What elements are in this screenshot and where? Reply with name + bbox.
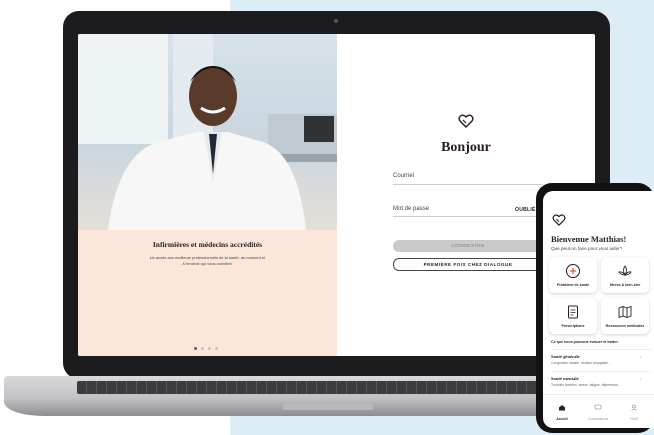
welcome-subtitle: Que peut-on faire pour vous aider? [551, 246, 623, 251]
trackpad [283, 404, 373, 410]
health-problem-icon [566, 264, 580, 278]
tile-health-problem[interactable]: Problème de santé [549, 257, 597, 293]
tile-medical-resources[interactable]: Ressources médicales [601, 298, 649, 334]
tile-label: Ressources médicales [605, 324, 645, 328]
password-label: Mot de passe [393, 206, 430, 212]
doctor-photo [78, 34, 337, 230]
list-item-desc: Congestion nasale, douleur amygdale... [551, 361, 611, 365]
tab-label: Conversations [587, 417, 609, 421]
greeting-title: Bonjour [441, 140, 491, 155]
divider [551, 371, 651, 372]
map-icon [618, 305, 632, 319]
tile-prescriptions[interactable]: Prescriptions [549, 298, 597, 334]
profile-icon [631, 404, 637, 411]
tab-conversations[interactable]: Conversations [583, 398, 613, 421]
heart-logo-icon [552, 214, 566, 226]
tile-label: Stress & bien-être [609, 283, 641, 287]
list-item-title[interactable]: Santé générale [551, 354, 580, 359]
tile-label: Prescriptions [561, 324, 585, 328]
carousel-dots [194, 347, 218, 350]
divider [551, 349, 651, 350]
chat-icon [594, 404, 602, 410]
lotus-icon [618, 265, 632, 276]
home-icon [559, 405, 565, 411]
tile-label: Problème de santé [557, 283, 589, 287]
photo-caption-text: Un accès aux meilleurs professionnels de… [140, 255, 275, 267]
doctor-illustration [78, 34, 337, 230]
photo-caption-title: Infirmières et médecins accrédités [152, 240, 263, 249]
tab-home[interactable]: Accueil [547, 398, 577, 421]
first-time-button[interactable]: PREMIÈRE FOIS CHEZ DIALOGUE [393, 258, 543, 271]
carousel-dot[interactable] [201, 347, 204, 350]
tab-label: Accueil [556, 417, 568, 421]
email-field[interactable] [393, 184, 543, 185]
list-item-desc: Troubles anxieux, stress, fatigue, dépre… [551, 383, 621, 387]
heart-logo-icon [458, 114, 474, 128]
caption-line-1: Un accès aux meilleurs professionnels de… [149, 255, 266, 260]
prescription-icon [568, 305, 578, 319]
list-item-title[interactable]: Santé mentale [551, 376, 579, 381]
phone-screen: Bienvenue Matthias! Que peut-on faire po… [543, 191, 654, 428]
tab-label: Profil [630, 417, 638, 421]
carousel-dot[interactable] [194, 347, 197, 350]
photo-panel: Infirmières et médecins accrédités Un ac… [78, 34, 337, 356]
caption-line-2: à l'endroit qui vous convient. [182, 261, 233, 266]
password-field[interactable] [393, 216, 543, 217]
laptop-screen: Infirmières et médecins accrédités Un ac… [78, 34, 595, 356]
carousel-dot[interactable] [215, 347, 218, 350]
carousel-dot[interactable] [208, 347, 211, 350]
camera [334, 19, 338, 23]
welcome-title: Bienvenue Matthias! [551, 234, 627, 244]
section-title: Ce que nous pouvons évaluer et traiter: [551, 340, 619, 344]
tab-profile[interactable]: Profil [619, 398, 649, 421]
email-label: Courriel [393, 173, 415, 179]
chevron-right-icon: › [640, 377, 642, 383]
tile-stress[interactable]: Stress & bien-être [601, 257, 649, 293]
connexion-button[interactable]: CONNEXION [393, 240, 543, 252]
tab-bar: Accueil Conversations Profil [543, 394, 654, 421]
chevron-right-icon: › [640, 355, 642, 361]
keyboard [77, 381, 572, 394]
